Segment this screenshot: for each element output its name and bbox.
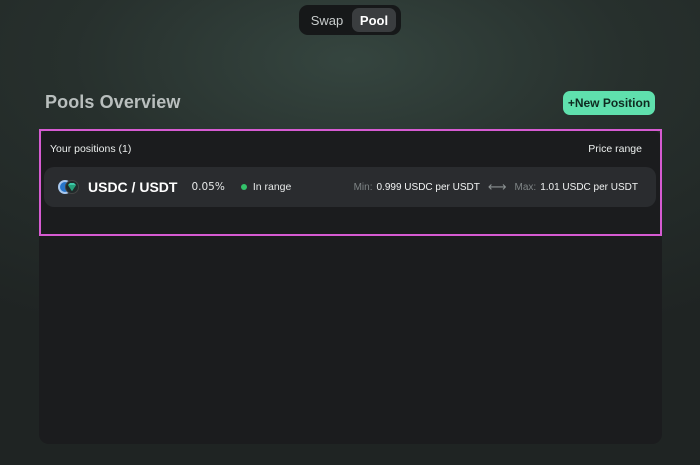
usdt-token-icon xyxy=(65,180,79,194)
price-range: Min: 0.999 USDC per USDT ⟷ Max: 1.01 USD… xyxy=(354,179,638,195)
position-row[interactable]: USDC / USDT 0.05% In range Min: 0.999 US… xyxy=(44,167,656,207)
min-value: 0.999 USDC per USDT xyxy=(376,181,480,193)
positions-count-label: Your positions (1) xyxy=(50,143,132,155)
price-range-label: Price range xyxy=(588,143,642,155)
max-label: Max: xyxy=(514,181,537,193)
page-title: Pools Overview xyxy=(45,92,181,112)
fee-tier: 0.05% xyxy=(191,181,225,193)
range-status: In range xyxy=(240,181,292,193)
pair-name: USDC / USDT xyxy=(88,179,178,195)
positions-header: Your positions (1) Price range xyxy=(50,143,642,155)
swap-pool-toggle: Swap Pool xyxy=(299,5,401,35)
swap-tab[interactable]: Swap xyxy=(302,8,352,32)
pool-tab[interactable]: Pool xyxy=(352,8,396,32)
pair-logos xyxy=(58,180,80,194)
double-arrow-icon: ⟷ xyxy=(487,179,507,194)
new-position-button[interactable]: +New Position xyxy=(563,91,655,115)
min-label: Min: xyxy=(353,181,373,193)
in-range-dot-icon xyxy=(240,184,247,190)
range-status-text: In range xyxy=(252,181,292,193)
max-value: 1.01 USDC per USDT xyxy=(540,181,638,193)
